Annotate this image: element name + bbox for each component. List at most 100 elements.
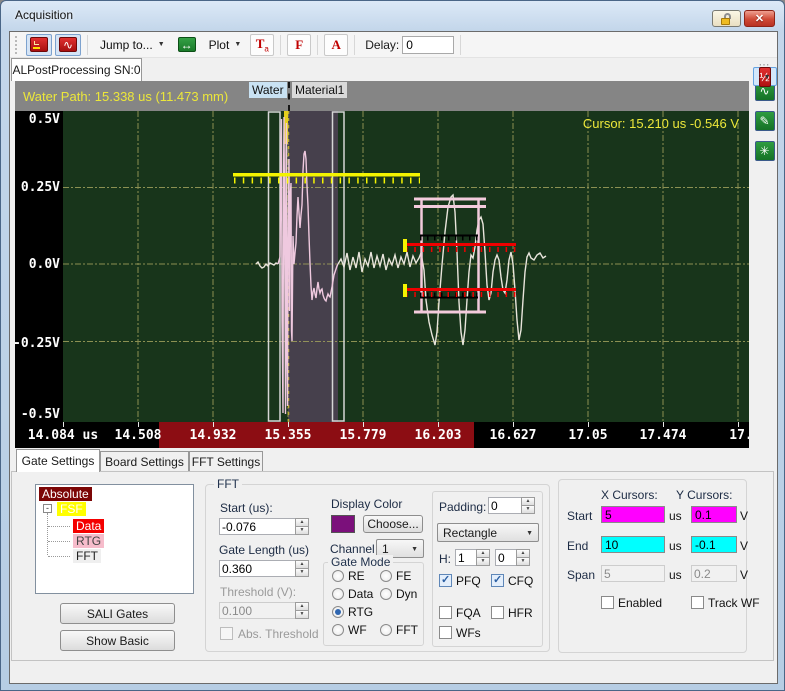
- lock-button[interactable]: [712, 10, 741, 27]
- threshold-label: Threshold (V):: [220, 585, 297, 599]
- start-row-label: Start: [567, 509, 593, 523]
- tree-node-fft[interactable]: FFT: [73, 549, 101, 563]
- tab-board-settings[interactable]: Board Settings: [100, 451, 189, 472]
- radio-rtg[interactable]: [332, 606, 344, 618]
- yellow-gate[interactable]: [233, 173, 420, 177]
- material-region-label[interactable]: Material1: [292, 82, 348, 98]
- h1-spinner[interactable]: [476, 549, 490, 566]
- choose-color-button[interactable]: Choose...: [363, 515, 423, 533]
- channel-label: Channel: [330, 542, 375, 556]
- gate-length-input[interactable]: [219, 560, 296, 577]
- toolbar-grip[interactable]: [15, 35, 20, 54]
- radio-wf[interactable]: [332, 624, 344, 636]
- jump-to-dropdown[interactable]: Jump to... ▼: [94, 34, 171, 56]
- titlebar[interactable]: Acquisition ✕: [1, 1, 784, 31]
- enabled-checkbox[interactable]: [601, 596, 614, 609]
- waveform-icon: ∿: [59, 37, 77, 52]
- gate-length-label: Gate Length (us): [219, 543, 310, 557]
- waveform-display-button[interactable]: ∿: [55, 33, 81, 56]
- sali-gates-button[interactable]: SALI Gates: [60, 603, 175, 624]
- start-label: Start (us):: [220, 501, 273, 515]
- text-annotation-button[interactable]: Ta: [250, 33, 275, 56]
- close-button[interactable]: ✕: [744, 10, 775, 27]
- burst-tool-button[interactable]: ✳: [753, 139, 777, 163]
- delay-label: Delay:: [365, 37, 400, 52]
- amplitude-tool-button[interactable]: A: [324, 33, 349, 56]
- plot-dropdown[interactable]: Plot ▼: [203, 34, 248, 56]
- text-annotation-icon: Ta: [255, 35, 269, 54]
- wfs-checkbox[interactable]: [439, 626, 452, 639]
- hfr-checkbox[interactable]: [491, 606, 504, 619]
- gate-boundary-box-left[interactable]: [267, 111, 281, 422]
- fft-group: FFT Start (us): Gate Length (us) Thresho…: [205, 477, 550, 652]
- radio-dyn[interactable]: [380, 588, 392, 600]
- material-band: [288, 111, 338, 422]
- fqa-checkbox[interactable]: [439, 606, 452, 619]
- delay-input[interactable]: [402, 35, 455, 54]
- h2-input[interactable]: [495, 549, 517, 566]
- separator: [280, 34, 282, 55]
- x-span-input[interactable]: [601, 565, 665, 582]
- trace-lead: [255, 260, 279, 269]
- x-start-input[interactable]: [601, 506, 665, 523]
- tree-expand-icon[interactable]: -: [43, 504, 52, 513]
- start-spinner[interactable]: [295, 518, 309, 535]
- tree-node-absolute[interactable]: Absolute: [39, 487, 92, 501]
- gate-length-spinner[interactable]: [295, 560, 309, 577]
- interface-cursor-line[interactable]: [288, 82, 290, 111]
- water-region-label[interactable]: Water: [249, 82, 287, 98]
- h2-spinner[interactable]: [516, 549, 530, 566]
- radio-data[interactable]: [332, 588, 344, 600]
- x-end-input[interactable]: [601, 536, 665, 553]
- fit-width-button[interactable]: ↔: [174, 34, 200, 56]
- radio-fe[interactable]: [380, 570, 392, 582]
- tab-gate-settings[interactable]: Gate Settings: [16, 449, 100, 472]
- y-end-input[interactable]: [691, 536, 737, 553]
- tree-node-data[interactable]: Data: [73, 519, 105, 533]
- tree-node-fsf[interactable]: FSF: [57, 502, 86, 516]
- display-color-swatch[interactable]: [331, 515, 355, 533]
- x-tick-label: 16.203: [414, 428, 462, 443]
- span-row-label: Span: [567, 568, 596, 582]
- end-row-label: End: [567, 539, 589, 553]
- h1-input[interactable]: [455, 549, 477, 566]
- fft-tool-button[interactable]: F: [287, 33, 312, 56]
- radio-fft[interactable]: [380, 624, 392, 636]
- show-basic-button[interactable]: Show Basic: [60, 630, 175, 651]
- threshold-spinner[interactable]: [295, 602, 309, 619]
- shape-select[interactable]: Rectangle: [437, 523, 539, 542]
- window-title: Acquisition: [15, 8, 74, 22]
- tree-node-rtg[interactable]: RTG: [73, 534, 105, 548]
- start-input[interactable]: [219, 518, 296, 535]
- cursor-readout: Cursor: 15.210 us -0.546 V: [582, 116, 739, 131]
- track-wf-checkbox[interactable]: [691, 596, 704, 609]
- waveform-plot[interactable]: Cursor: 15.210 us -0.546 V: [63, 111, 749, 422]
- ascan-display-button[interactable]: [26, 33, 52, 56]
- threshold-input[interactable]: [219, 602, 296, 619]
- y-tick-label: 0.25V: [20, 180, 60, 195]
- draw-tool-button[interactable]: ✎: [753, 109, 777, 133]
- y-tick-label: 0.0V: [28, 257, 60, 272]
- pink-echo-box[interactable]: [414, 197, 486, 314]
- half-scale-button[interactable]: ½: [752, 66, 777, 87]
- separator: [460, 34, 462, 55]
- radio-re[interactable]: [332, 570, 344, 582]
- y-span-input[interactable]: [691, 565, 737, 582]
- tab-fft-settings[interactable]: FFT Settings: [189, 451, 263, 472]
- cfq-checkbox[interactable]: [491, 573, 504, 587]
- ascan-icon: [30, 37, 48, 52]
- acquisition-window: Acquisition ✕ ∿ Jump to... ▼ ↔ Plot ▼ Ta: [0, 0, 785, 691]
- padding-spinner[interactable]: [521, 497, 535, 514]
- chevron-down-icon: ▼: [234, 41, 242, 48]
- separator: [354, 34, 356, 55]
- x-tick-label: 14.084 us: [27, 428, 99, 443]
- x-tick-label: 17.: [729, 428, 749, 443]
- red-gates[interactable]: [403, 239, 516, 297]
- tab-label: Board Settings: [105, 454, 184, 469]
- tab-alpostprocessing[interactable]: ALPostProcessing SN:0: [11, 58, 142, 81]
- pfq-checkbox[interactable]: [439, 573, 452, 587]
- padding-input[interactable]: [488, 497, 522, 514]
- y-start-input[interactable]: [691, 506, 737, 523]
- y-tick-label: 0.5V: [28, 112, 60, 127]
- abs-threshold-checkbox[interactable]: [220, 627, 233, 640]
